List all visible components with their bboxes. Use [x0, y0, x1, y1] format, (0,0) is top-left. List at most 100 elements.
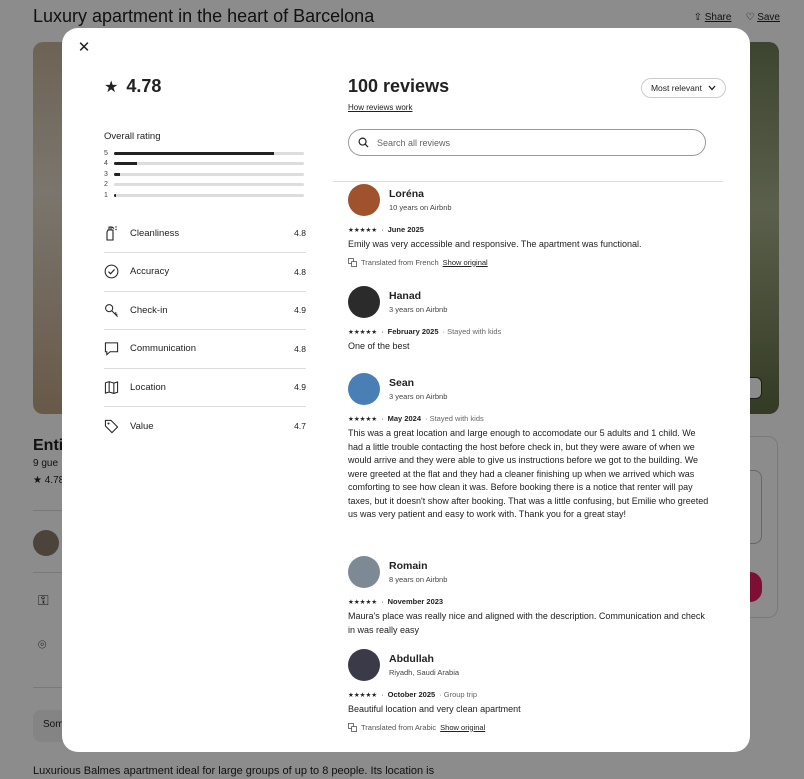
category-rating-check-in: Check-in 4.9: [104, 292, 306, 330]
reviews-panel: 100 reviews How reviews work Most releva…: [334, 76, 726, 156]
review-stars: ★★★★★: [348, 691, 378, 699]
separator: ·: [381, 225, 384, 234]
review-stars: ★★★★★: [348, 328, 378, 336]
review-date: May 2024: [387, 414, 421, 423]
translate-icon: [348, 722, 357, 732]
reviewer-avatar[interactable]: [348, 556, 380, 588]
rating-bar-row: 2: [104, 180, 306, 191]
reviewer-avatar[interactable]: [348, 649, 380, 681]
rating-bar-row: 1: [104, 190, 306, 201]
translation-notice: Translated from French Show original: [348, 258, 710, 267]
close-icon[interactable]: ✕: [76, 40, 92, 56]
overall-rating-title: Overall rating: [104, 131, 161, 142]
review-item: Romain 8 years on Airbnb ★★★★★ · Novembe…: [348, 556, 710, 637]
rating-bar-label: 4: [104, 160, 108, 168]
reviewer-avatar[interactable]: [348, 373, 380, 405]
reviews-modal: ✕ ★ 4.78 Overall rating 5 4 3 2 1 Cleanl…: [62, 28, 750, 752]
category-label: Check-in: [130, 304, 168, 316]
category-label: Location: [130, 381, 166, 393]
rating-bar-track: [114, 183, 304, 187]
category-value: 4.8: [294, 343, 306, 354]
header-divider: [333, 181, 723, 182]
review-text: One of the best: [348, 341, 410, 351]
category-value: 4.8: [294, 228, 306, 239]
category-rating-location: Location 4.9: [104, 369, 306, 407]
category-value: 4.9: [294, 382, 306, 393]
reviewer-meta: Riyadh, Saudi Arabia: [389, 668, 460, 677]
category-label: Communication: [130, 343, 196, 355]
category-label: Accuracy: [130, 266, 170, 278]
rating-bar-track: [114, 172, 304, 176]
check-circle-icon: [104, 264, 130, 279]
rating-bar-label: 5: [104, 149, 108, 157]
translated-label: Translated from Arabic: [361, 722, 437, 732]
category-rating-accuracy: Accuracy 4.8: [104, 253, 306, 292]
rating-bar-track: [114, 151, 304, 155]
reviewer-meta: 10 years on Airbnb: [389, 203, 452, 212]
message-icon: [104, 341, 130, 356]
show-original-link[interactable]: Show original: [443, 258, 488, 267]
review-text: This was a great location and large enou…: [348, 428, 709, 519]
reviewer-meta: 3 years on Airbnb: [389, 305, 448, 314]
map-icon: [104, 380, 130, 395]
reviews-header: 100 reviews How reviews work Most releva…: [334, 76, 726, 115]
spray-bottle-icon: [104, 225, 130, 241]
reviewer-name: Romain: [389, 560, 428, 572]
category-rating-value: Value 4.7: [104, 407, 306, 446]
search-reviews-field[interactable]: [348, 129, 706, 156]
reviewer-name: Abdullah: [389, 653, 434, 665]
tag-icon: [104, 419, 130, 434]
rating-bar-row: 4: [104, 159, 306, 170]
review-item: Abdullah Riyadh, Saudi Arabia ★★★★★ · Oc…: [348, 649, 710, 732]
rating-bar-fill: [114, 162, 137, 166]
sort-label: Most relevant: [650, 83, 702, 93]
review-trip-type: · Stayed with kids: [442, 327, 502, 336]
review-text: Emily was very accessible and responsive…: [348, 239, 642, 249]
review-stars: ★★★★★: [348, 226, 378, 234]
reviewer-meta: 3 years on Airbnb: [389, 392, 448, 401]
category-rating-cleanliness: Cleanliness 4.8: [104, 215, 306, 253]
rating-bar-fill: [114, 172, 120, 176]
key-icon: [104, 303, 130, 318]
overall-score: ★ 4.78: [104, 76, 306, 97]
rating-bar-row: 5: [104, 148, 306, 159]
ratings-summary: ★ 4.78 Overall rating 5 4 3 2 1 Cleanlin…: [104, 76, 306, 446]
category-label: Cleanliness: [130, 227, 180, 239]
translated-label: Translated from French: [361, 257, 439, 267]
category-label: Value: [130, 420, 154, 432]
show-original-link[interactable]: Show original: [440, 723, 485, 732]
how-reviews-work-link[interactable]: How reviews work: [348, 103, 412, 112]
overall-score-value: 4.78: [126, 76, 162, 96]
review-text: Beautiful location and very clean apartm…: [348, 704, 521, 714]
review-trip-type: · Group trip: [439, 690, 478, 699]
reviewer-name: Sean: [389, 377, 415, 389]
chevron-down-icon: [708, 85, 716, 91]
rating-bar-fill: [114, 151, 274, 155]
search-icon: [358, 137, 369, 148]
separator: ·: [381, 597, 384, 606]
reviewer-avatar[interactable]: [348, 184, 380, 216]
search-reviews-input[interactable]: [377, 137, 677, 148]
reviews-count: 100 reviews: [348, 76, 450, 96]
reviewer-name: Hanad: [389, 290, 422, 302]
reviewer-avatar[interactable]: [348, 286, 380, 318]
translation-notice: Translated from Arabic Show original: [348, 723, 710, 732]
rating-bar-fill: [114, 193, 116, 197]
separator: ·: [381, 327, 384, 336]
review-date: November 2023: [387, 597, 444, 606]
review-date: October 2025: [387, 690, 436, 699]
review-item: Loréna 10 years on Airbnb ★★★★★ · June 2…: [348, 184, 710, 267]
category-value: 4.7: [294, 421, 306, 432]
reviewer-meta: 8 years on Airbnb: [389, 575, 448, 584]
rating-bar-label: 3: [104, 170, 108, 178]
category-rating-communication: Communication 4.8: [104, 330, 306, 369]
separator: ·: [381, 414, 384, 423]
rating-bar-label: 1: [104, 191, 108, 199]
category-value: 4.8: [294, 266, 306, 277]
rating-bar-track: [114, 193, 304, 197]
sort-dropdown[interactable]: Most relevant: [640, 78, 726, 98]
translate-icon: [348, 257, 357, 267]
rating-distribution: 5 4 3 2 1: [104, 148, 306, 201]
review-date: February 2025: [387, 327, 439, 336]
rating-bar-label: 2: [104, 181, 108, 189]
